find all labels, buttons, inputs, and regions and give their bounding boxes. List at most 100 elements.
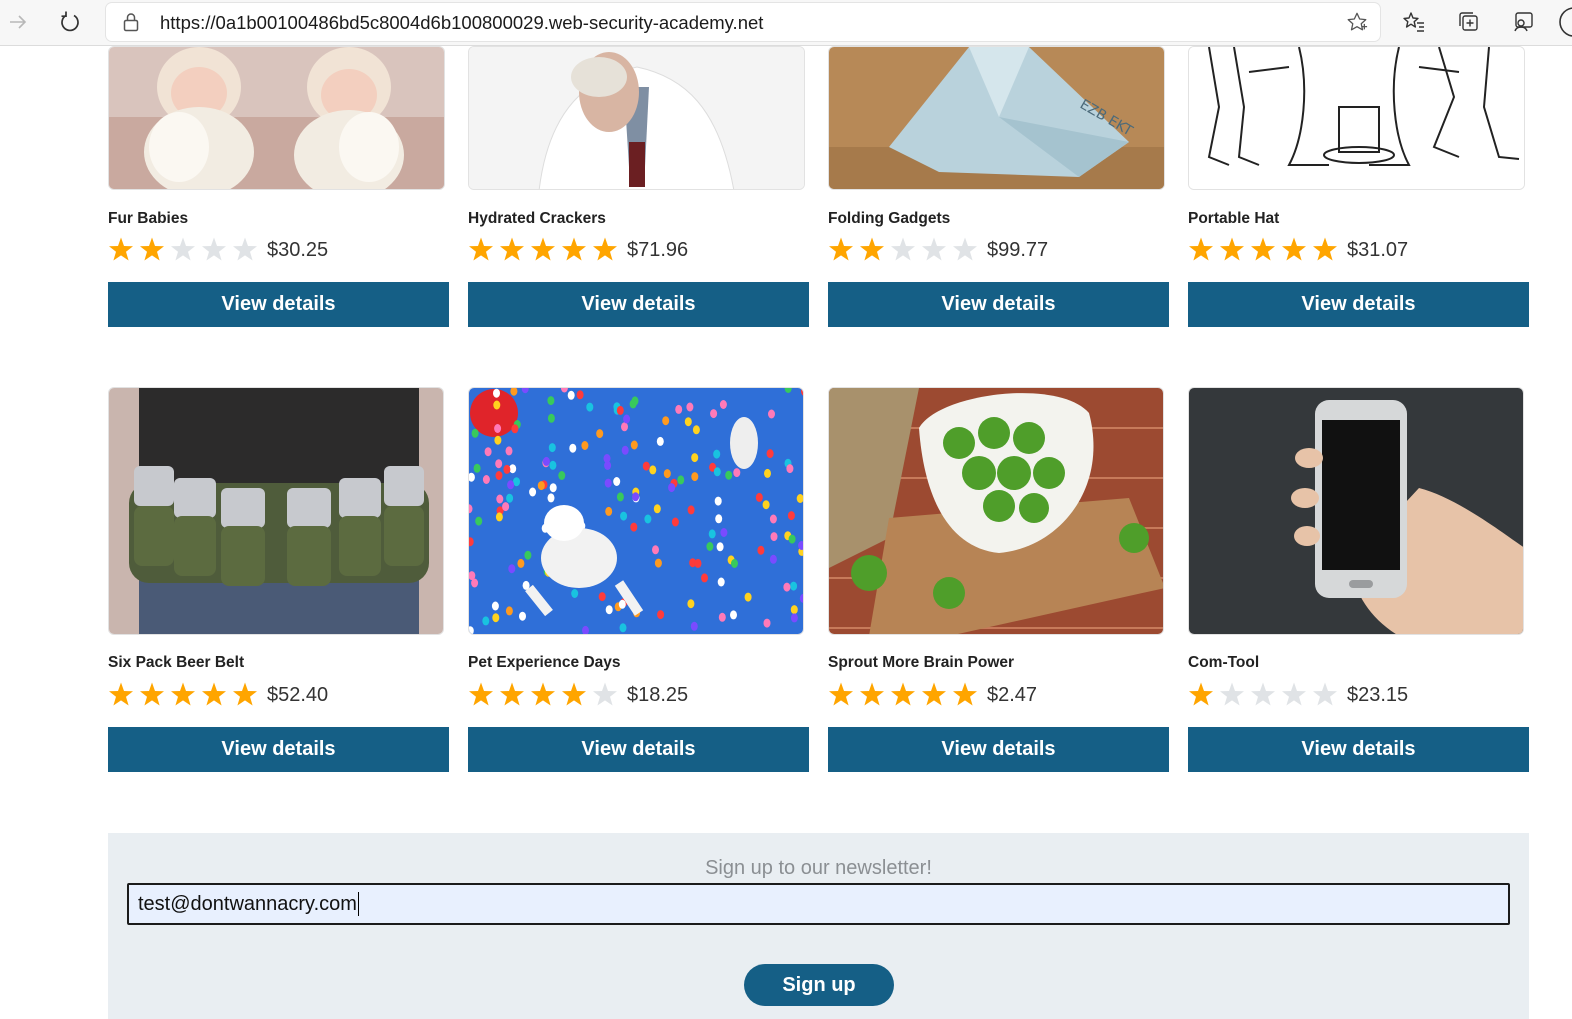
view-details-button[interactable]: View details	[468, 727, 809, 772]
star-empty-icon	[922, 237, 946, 261]
star-empty-icon	[593, 682, 617, 706]
star-filled-icon	[140, 682, 164, 706]
star-rating	[468, 681, 623, 709]
star-filled-icon	[860, 682, 884, 706]
profile-icon[interactable]	[1550, 6, 1572, 38]
product-image	[108, 46, 445, 190]
product-price: $23.15	[1347, 683, 1409, 706]
email-value: test@dontwannacry.com	[138, 892, 357, 915]
reading-view-icon[interactable]	[1507, 6, 1539, 38]
product-title: Portable Hat	[1188, 210, 1280, 227]
star-filled-icon	[531, 237, 555, 261]
view-details-button[interactable]: View details	[1188, 727, 1529, 772]
star-empty-icon	[1313, 682, 1337, 706]
product-image	[828, 387, 1164, 635]
newsletter-section: Sign up to our newsletter! test@dontwann…	[108, 833, 1529, 1019]
star-rating	[108, 681, 263, 709]
star-rating	[828, 681, 983, 709]
star-filled-icon	[500, 682, 524, 706]
product-price: $31.07	[1347, 238, 1409, 261]
star-filled-icon	[1189, 237, 1213, 261]
star-filled-icon	[1189, 682, 1213, 706]
star-filled-icon	[1220, 237, 1244, 261]
star-filled-icon	[109, 682, 133, 706]
star-filled-icon	[233, 682, 257, 706]
product-price: $18.25	[627, 683, 689, 706]
star-filled-icon	[860, 237, 884, 261]
product-price: $52.40	[267, 683, 329, 706]
star-empty-icon	[891, 237, 915, 261]
star-filled-icon	[202, 682, 226, 706]
star-filled-icon	[469, 682, 493, 706]
product-title: Folding Gadgets	[828, 210, 951, 227]
view-details-button[interactable]: View details	[828, 727, 1169, 772]
view-details-button[interactable]: View details	[108, 727, 449, 772]
product-rating: $23.15	[1188, 681, 1408, 709]
product-rating: $31.07	[1188, 236, 1408, 264]
star-filled-icon	[1313, 237, 1337, 261]
newsletter-title: Sign up to our newsletter!	[705, 857, 932, 879]
product-rating: $18.25	[468, 681, 688, 709]
product-price: $71.96	[627, 238, 689, 261]
address-bar[interactable]: https://0a1b00100486bd5c8004d6b100800029…	[106, 3, 1380, 41]
forward-icon[interactable]	[2, 6, 34, 38]
star-filled-icon	[171, 682, 195, 706]
view-details-button[interactable]: View details	[108, 282, 449, 327]
product-price: $99.77	[987, 238, 1049, 261]
star-empty-icon	[233, 237, 257, 261]
star-filled-icon	[953, 682, 977, 706]
star-filled-icon	[829, 237, 853, 261]
product-rating: $30.25	[108, 236, 328, 264]
product-image	[468, 387, 804, 635]
product-price: $2.47	[987, 683, 1038, 706]
star-filled-icon	[1251, 237, 1275, 261]
product-rating: $99.77	[828, 236, 1048, 264]
star-filled-icon	[469, 237, 493, 261]
product-image	[468, 46, 805, 190]
email-input[interactable]: test@dontwannacry.com	[127, 883, 1510, 925]
view-details-button[interactable]: View details	[1188, 282, 1529, 327]
star-empty-icon	[953, 237, 977, 261]
star-empty-icon	[171, 237, 195, 261]
collections-icon[interactable]	[1453, 6, 1485, 38]
product-image	[108, 387, 444, 635]
star-filled-icon	[140, 237, 164, 261]
star-filled-icon	[1282, 237, 1306, 261]
product-image: EZB EKT	[828, 46, 1165, 190]
star-rating	[1188, 236, 1343, 264]
product-image	[1188, 387, 1524, 635]
view-details-button[interactable]: View details	[828, 282, 1169, 327]
product-image	[1188, 46, 1525, 190]
star-filled-icon	[829, 682, 853, 706]
star-empty-icon	[202, 237, 226, 261]
favorite-star-icon[interactable]	[1346, 11, 1368, 38]
lock-icon[interactable]	[122, 12, 140, 37]
refresh-icon[interactable]	[54, 6, 86, 38]
star-filled-icon	[922, 682, 946, 706]
star-filled-icon	[891, 682, 915, 706]
favorites-icon[interactable]	[1398, 6, 1430, 38]
product-title: Six Pack Beer Belt	[108, 654, 245, 671]
product-title: Sprout More Brain Power	[828, 654, 1015, 671]
sign-up-button[interactable]: Sign up	[744, 964, 894, 1006]
star-filled-icon	[109, 237, 133, 261]
star-filled-icon	[593, 237, 617, 261]
star-empty-icon	[1282, 682, 1306, 706]
product-title: Pet Experience Days	[468, 654, 621, 671]
star-filled-icon	[531, 682, 555, 706]
product-title: Com-Tool	[1188, 654, 1260, 671]
view-details-button[interactable]: View details	[468, 282, 809, 327]
text-caret	[357, 892, 359, 916]
star-filled-icon	[562, 237, 586, 261]
product-title: Fur Babies	[108, 210, 189, 227]
browser-toolbar: https://0a1b00100486bd5c8004d6b100800029…	[0, 0, 1572, 46]
product-price: $30.25	[267, 238, 329, 261]
product-rating: $52.40	[108, 681, 328, 709]
star-rating	[828, 236, 983, 264]
star-filled-icon	[500, 237, 524, 261]
star-empty-icon	[1220, 682, 1244, 706]
star-empty-icon	[1251, 682, 1275, 706]
product-rating: $71.96	[468, 236, 688, 264]
product-rating: $2.47	[828, 681, 1037, 709]
star-rating	[468, 236, 623, 264]
